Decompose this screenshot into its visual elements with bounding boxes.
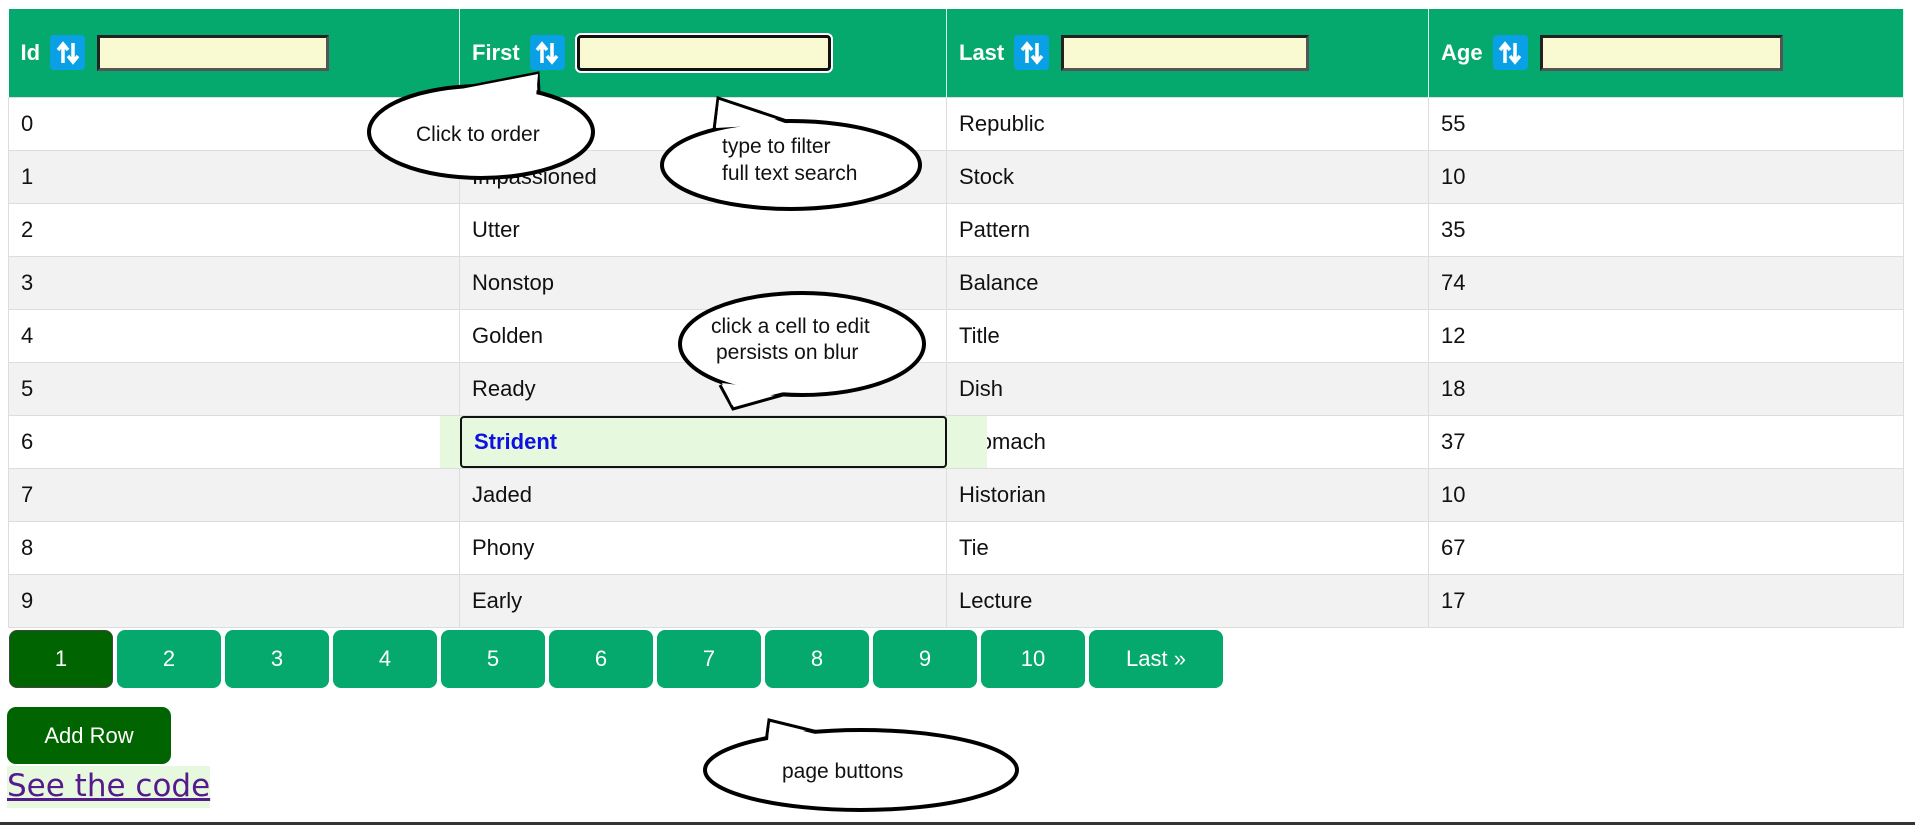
sort-refresh-icon[interactable] [50, 35, 86, 71]
filter-input-last[interactable] [1061, 34, 1310, 71]
table-cell[interactable]: 8 [8, 520, 460, 575]
pagination: 1 2 3 4 5 6 7 8 9 10 Last » [9, 630, 1223, 688]
table-cell[interactable]: 4 [8, 308, 460, 363]
table-cell[interactable]: 55 [1428, 96, 1904, 151]
table-row: 0 Republic 55 [8, 96, 1904, 151]
column-header-first: First [459, 9, 947, 97]
table-row: 4 Golden Title 12 [8, 308, 1904, 363]
table-cell[interactable]: Historian [946, 467, 1429, 522]
page-button-1[interactable]: 1 [9, 630, 113, 688]
page-button-3[interactable]: 3 [225, 630, 329, 688]
table-cell[interactable]: 10 [1428, 149, 1904, 204]
table-row: 9 Early Lecture 17 [8, 573, 1904, 628]
table-cell[interactable]: Phony [459, 520, 947, 575]
table-cell[interactable]: Tie [946, 520, 1429, 575]
table-cell[interactable]: 74 [1428, 255, 1904, 310]
table-row: 8 Phony Tie 67 [8, 520, 1904, 575]
table-cell[interactable]: Lecture [946, 573, 1429, 628]
page-button-7[interactable]: 7 [657, 630, 761, 688]
table-cell[interactable]: 12 [1428, 308, 1904, 363]
table-cell[interactable]: 18 [1428, 361, 1904, 416]
table-cell[interactable]: Title [946, 308, 1429, 363]
cell-edit-input[interactable] [460, 416, 947, 468]
table-cell[interactable]: 2 [8, 202, 460, 257]
page-button-2[interactable]: 2 [117, 630, 221, 688]
table-cell[interactable]: 0 [8, 96, 460, 151]
table-cell[interactable]: 6 [8, 414, 460, 469]
table-row: 3 Nonstop Balance 74 [8, 255, 1904, 310]
table-cell[interactable] [459, 96, 947, 151]
column-label: First [472, 39, 520, 65]
table-cell[interactable]: 17 [1428, 573, 1904, 628]
table-cell[interactable]: 7 [8, 467, 460, 522]
table-cell[interactable]: 67 [1428, 520, 1904, 575]
table-cell[interactable]: Impassioned [459, 149, 947, 204]
table-row: 5 Ready Dish 18 [8, 361, 1904, 416]
column-label: Age [1441, 39, 1483, 65]
filter-input-age[interactable] [1539, 34, 1783, 71]
table-cell[interactable]: 5 [8, 361, 460, 416]
table-row: 7 Jaded Historian 10 [8, 467, 1904, 522]
table-cell[interactable]: 1 [8, 149, 460, 204]
column-header-id: Id [8, 9, 460, 97]
table-cell[interactable]: Nonstop [459, 255, 947, 310]
column-label: Id [20, 39, 41, 65]
table-cell[interactable]: Republic [946, 96, 1429, 151]
table-cell[interactable]: Dish [946, 361, 1429, 416]
add-row-button[interactable]: Add Row [7, 707, 171, 764]
column-label: Last [959, 39, 1005, 65]
table-cell[interactable]: Jaded [459, 467, 947, 522]
sort-refresh-icon[interactable] [1014, 35, 1050, 71]
table-cell[interactable]: Stomach [946, 414, 1429, 469]
page-button-last[interactable]: Last » [1089, 630, 1223, 688]
column-header-age: Age [1428, 9, 1904, 97]
table-cell[interactable]: 3 [8, 255, 460, 310]
filter-input-first[interactable] [574, 32, 833, 73]
table-cell[interactable]: Balance [946, 255, 1429, 310]
table-cell[interactable]: Golden [459, 308, 947, 363]
sort-refresh-icon[interactable] [1492, 35, 1528, 71]
table-cell[interactable]: Pattern [946, 202, 1429, 257]
page-button-9[interactable]: 9 [873, 630, 977, 688]
table-row: 2 Utter Pattern 35 [8, 202, 1904, 257]
page-button-10[interactable]: 10 [981, 630, 1085, 688]
column-header-last: Last [946, 9, 1429, 97]
page-button-5[interactable]: 5 [441, 630, 545, 688]
sort-refresh-icon[interactable] [529, 35, 565, 71]
table-cell[interactable]: Early [459, 573, 947, 628]
table-cell[interactable]: 9 [8, 573, 460, 628]
callout-page-buttons: page buttons [703, 718, 1019, 812]
table-cell[interactable]: Ready [459, 361, 947, 416]
filter-input-id[interactable] [97, 34, 330, 71]
table-cell[interactable]: Utter [459, 202, 947, 257]
table-row: 1 Impassioned Stock 10 [8, 149, 1904, 204]
page-button-6[interactable]: 6 [549, 630, 653, 688]
page-button-4[interactable]: 4 [333, 630, 437, 688]
see-the-code-link[interactable]: See the code [7, 766, 211, 808]
table-cell[interactable]: 35 [1428, 202, 1904, 257]
table-cell[interactable]: 10 [1428, 467, 1904, 522]
table-cell[interactable]: 37 [1428, 414, 1904, 469]
callout-text: page buttons [782, 760, 903, 783]
page-button-8[interactable]: 8 [765, 630, 869, 688]
data-table: Id First Last Age 0 Republic 55 1 Impassioned St… [8, 9, 1904, 628]
table-cell[interactable]: Stock [946, 149, 1429, 204]
